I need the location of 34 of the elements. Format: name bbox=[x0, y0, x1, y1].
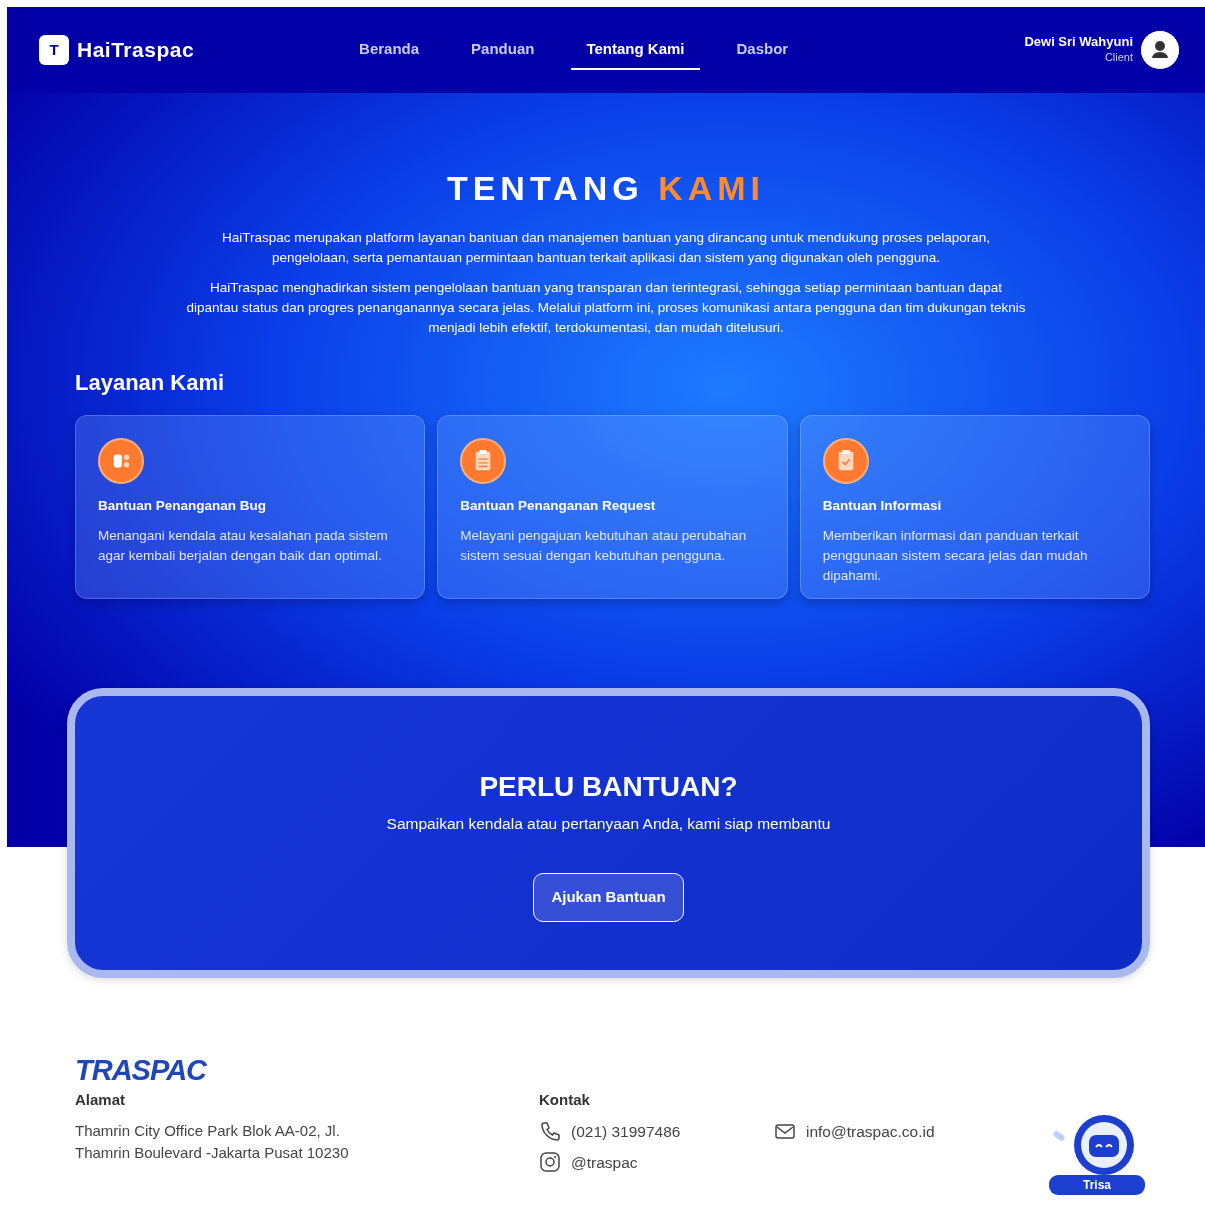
nav-tab[interactable]: Beranda bbox=[344, 29, 435, 71]
service-description: Menangani kendala atau kesalahan pada sistem agar kembali berjalan dengan baik dan optimal. bbox=[98, 527, 389, 566]
phone-icon bbox=[539, 1120, 561, 1143]
section-heading: Layanan Kami bbox=[75, 369, 226, 397]
company-logo: TRASPAC bbox=[75, 1055, 207, 1087]
address-text: Thamrin City Office Park Blok AA-02, Jl. Thamrin Boulevard -Jakarta Pusat 10230 bbox=[75, 1120, 350, 1163]
chatbot-label[interactable]: Trisa bbox=[1049, 1175, 1145, 1195]
logo-mark: T bbox=[39, 35, 69, 65]
intro-paragraph: HaiTraspac merupakan platform layanan bantuan dan manajemen bantuan yang dirancang untuk mendukung proses pelaporan, pengelolaan, serta pemantauan permintaan bantuan terkait aplikasi dan sistem yang digunakan oleh pengguna. bbox=[221, 229, 991, 267]
service-description: Melayani pengajuan kebutuhan atau perubahan sistem sesuai dengan kebutuhan pengguna. bbox=[460, 527, 748, 566]
user-name: Dewi Sri Wahyuni bbox=[1024, 34, 1133, 49]
banner-subtitle: Sampaikan kendala atau pertanyaan Anda, kami siap membantu bbox=[385, 814, 832, 834]
address-label: Alamat bbox=[75, 1090, 127, 1110]
clipboard-check-icon bbox=[822, 438, 869, 484]
nav-tab[interactable]: Panduan bbox=[456, 29, 550, 71]
contact-text[interactable]: @traspac bbox=[571, 1150, 638, 1174]
user-role: Client bbox=[1103, 49, 1133, 65]
service-title: Bantuan Penanganan Bug bbox=[98, 497, 267, 515]
logo-text: HaiTraspac bbox=[77, 37, 195, 64]
clipboard-list-icon bbox=[460, 438, 507, 484]
contact-text[interactable]: (021) 31997486 bbox=[571, 1119, 681, 1143]
service-description: Memberikan informasi dan panduan terkait penggunaan sistem secara jelas dan mudah dipahami. bbox=[822, 527, 1089, 586]
service-title: Bantuan Informasi bbox=[822, 497, 943, 515]
submit-help-button[interactable]: Ajukan Bantuan bbox=[533, 873, 684, 922]
contact-text[interactable]: info@traspac.co.id bbox=[806, 1119, 935, 1143]
nav-tab[interactable]: Tentang Kami bbox=[571, 29, 700, 71]
avatar-icon[interactable] bbox=[1141, 31, 1179, 69]
intro-paragraph: HaiTraspac menghadirkan sistem pengelolaan bantuan yang transparan dan terintegrasi, sehingga setiap permintaan bantuan dapat dipantau status dan progres penanganannya secara jelas. Melalui platform ini, proses komunikasi antara pengguna dan tim dukungan teknis menjadi lebih efektif, terdokumentasi, dan mudah ditelusuri. bbox=[186, 279, 1026, 337]
contact-label: Kontak bbox=[539, 1090, 591, 1110]
nav-tab[interactable]: Dasbor bbox=[721, 29, 804, 71]
page-title: TENTANG KAMI bbox=[445, 168, 767, 209]
banner-title: PERLU BANTUAN? bbox=[478, 770, 739, 804]
instagram-icon bbox=[539, 1151, 561, 1174]
service-title: Bantuan Penanganan Request bbox=[460, 497, 657, 515]
